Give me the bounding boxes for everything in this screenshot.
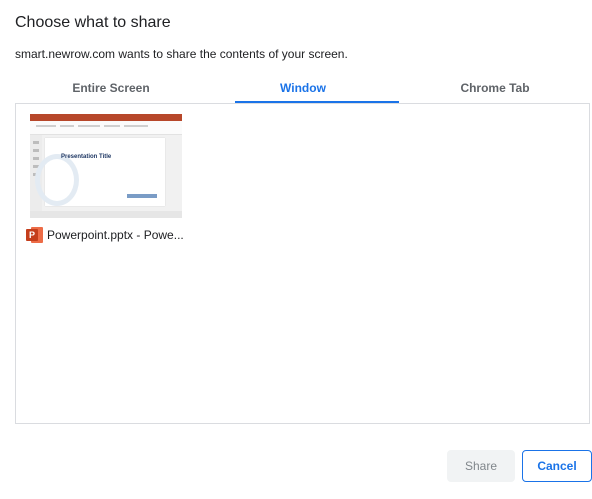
share-button[interactable]: Share <box>447 450 515 482</box>
slide-preview: Presentation Title <box>35 138 165 206</box>
powerpoint-icon: P <box>26 226 44 244</box>
share-dialog: Choose what to share smart.newrow.com wa… <box>0 0 592 499</box>
tab-entire-screen[interactable]: Entire Screen <box>15 73 207 103</box>
slide-title: Presentation Title <box>61 154 112 160</box>
dialog-title: Choose what to share <box>15 14 171 31</box>
dialog-subtitle: smart.newrow.com wants to share the cont… <box>15 47 348 61</box>
tab-window[interactable]: Window <box>207 73 399 103</box>
cancel-button[interactable]: Cancel <box>522 450 592 482</box>
source-item-label-row: P Powerpoint.pptx - Powe... <box>26 226 190 244</box>
window-thumbnail: Presentation Title <box>30 114 182 218</box>
source-item-powerpoint[interactable]: Presentation Title P Powerpoint.pptx - P… <box>26 110 190 250</box>
tab-chrome-tab[interactable]: Chrome Tab <box>399 73 591 103</box>
source-item-label: Powerpoint.pptx - Powe... <box>47 228 184 242</box>
source-tabs: Entire Screen Window Chrome Tab <box>15 73 591 103</box>
source-list-panel: Presentation Title P Powerpoint.pptx - P… <box>15 103 590 424</box>
